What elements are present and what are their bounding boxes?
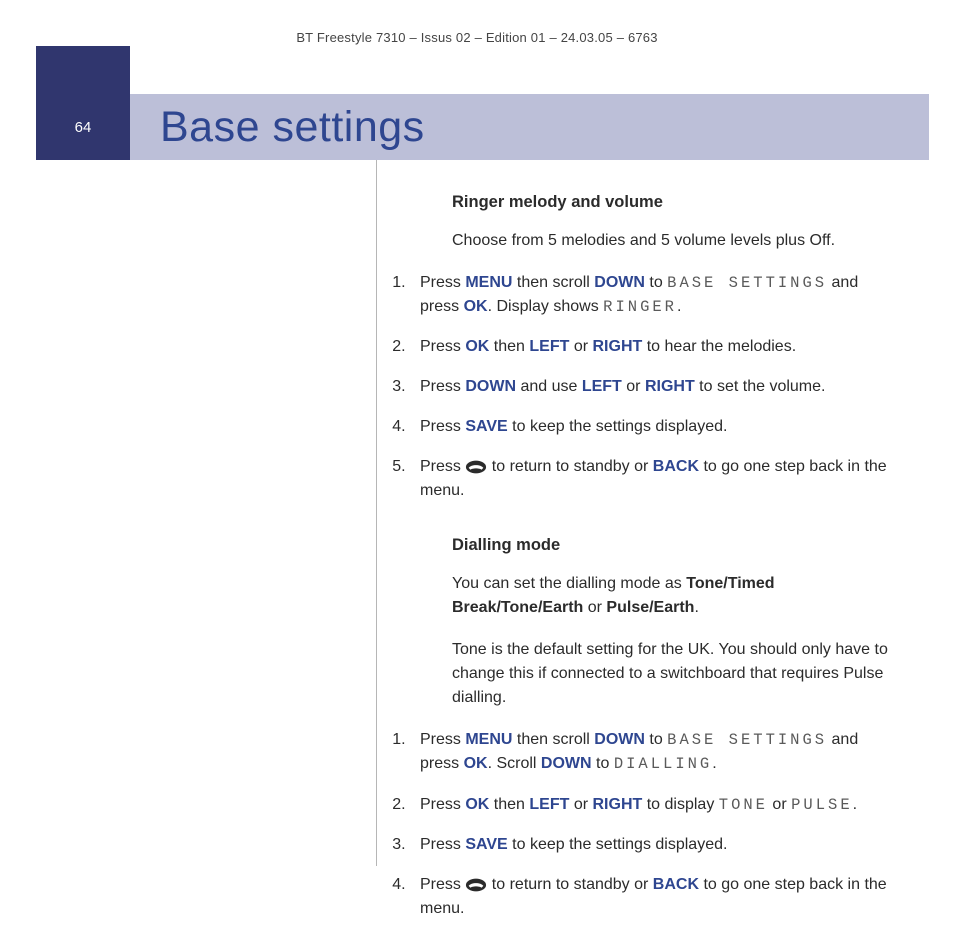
ringer-steps: Press MENU then scroll DOWN to BASE SETT…: [410, 271, 889, 504]
lcd-pulse: PULSE: [791, 796, 853, 814]
key-save: SAVE: [465, 836, 507, 853]
key-ok: OK: [464, 298, 488, 315]
title-band: 64 Base settings: [36, 94, 929, 160]
key-left: LEFT: [582, 378, 622, 395]
key-back: BACK: [653, 458, 699, 475]
lcd-ringer: RINGER: [603, 298, 677, 316]
lcd-base-settings: BASE SETTINGS: [667, 731, 827, 749]
key-save: SAVE: [465, 418, 507, 435]
main-column: Ringer melody and volume Choose from 5 m…: [394, 190, 889, 951]
list-item: Press MENU then scroll DOWN to BASE SETT…: [410, 271, 889, 320]
key-left: LEFT: [529, 796, 569, 813]
key-down: DOWN: [594, 274, 645, 291]
end-call-icon: [465, 459, 487, 475]
key-right: RIGHT: [593, 338, 643, 355]
end-call-icon: [465, 877, 487, 893]
lcd-dialling: DIALLING: [614, 755, 712, 773]
key-down: DOWN: [541, 755, 592, 772]
key-right: RIGHT: [645, 378, 695, 395]
lcd-base-settings: BASE SETTINGS: [667, 274, 827, 292]
key-down: DOWN: [465, 378, 516, 395]
page-number: 64: [36, 94, 130, 160]
document-header: BT Freestyle 7310 – Issus 02 – Edition 0…: [0, 30, 954, 45]
section-heading-dialling: Dialling mode: [452, 533, 889, 558]
column-divider: [376, 160, 377, 866]
list-item: Press SAVE to keep the settings displaye…: [410, 415, 889, 439]
key-left: LEFT: [529, 338, 569, 355]
list-item: Press OK then LEFT or RIGHT to hear the …: [410, 335, 889, 359]
lcd-tone: TONE: [719, 796, 768, 814]
list-item: Press MENU then scroll DOWN to BASE SETT…: [410, 728, 889, 777]
dialling-intro-1: You can set the dialling mode as Tone/Ti…: [452, 572, 889, 620]
list-item: Press to return to standby or BACK to go…: [410, 873, 889, 921]
key-ok: OK: [464, 755, 488, 772]
list-item: Press SAVE to keep the settings displaye…: [410, 833, 889, 857]
page-title: Base settings: [160, 94, 425, 160]
ringer-intro: Choose from 5 melodies and 5 volume leve…: [452, 229, 889, 253]
section-heading-ringer: Ringer melody and volume: [452, 190, 889, 215]
body-area: Ringer melody and volume Choose from 5 m…: [36, 160, 929, 906]
key-menu: MENU: [465, 274, 512, 291]
manual-page: BT Freestyle 7310 – Issus 02 – Edition 0…: [0, 0, 954, 906]
key-back: BACK: [653, 876, 699, 893]
list-item: Press DOWN and use LEFT or RIGHT to set …: [410, 375, 889, 399]
list-item: Press to return to standby or BACK to go…: [410, 455, 889, 503]
key-ok: OK: [465, 796, 489, 813]
key-right: RIGHT: [593, 796, 643, 813]
key-down: DOWN: [594, 731, 645, 748]
key-menu: MENU: [465, 731, 512, 748]
list-item: Press OK then LEFT or RIGHT to display T…: [410, 793, 889, 817]
dialling-intro-2: Tone is the default setting for the UK. …: [452, 638, 889, 710]
corner-tab: [36, 46, 130, 96]
mode-option: Pulse/Earth: [606, 599, 694, 616]
dialling-steps: Press MENU then scroll DOWN to BASE SETT…: [410, 728, 889, 921]
key-ok: OK: [465, 338, 489, 355]
